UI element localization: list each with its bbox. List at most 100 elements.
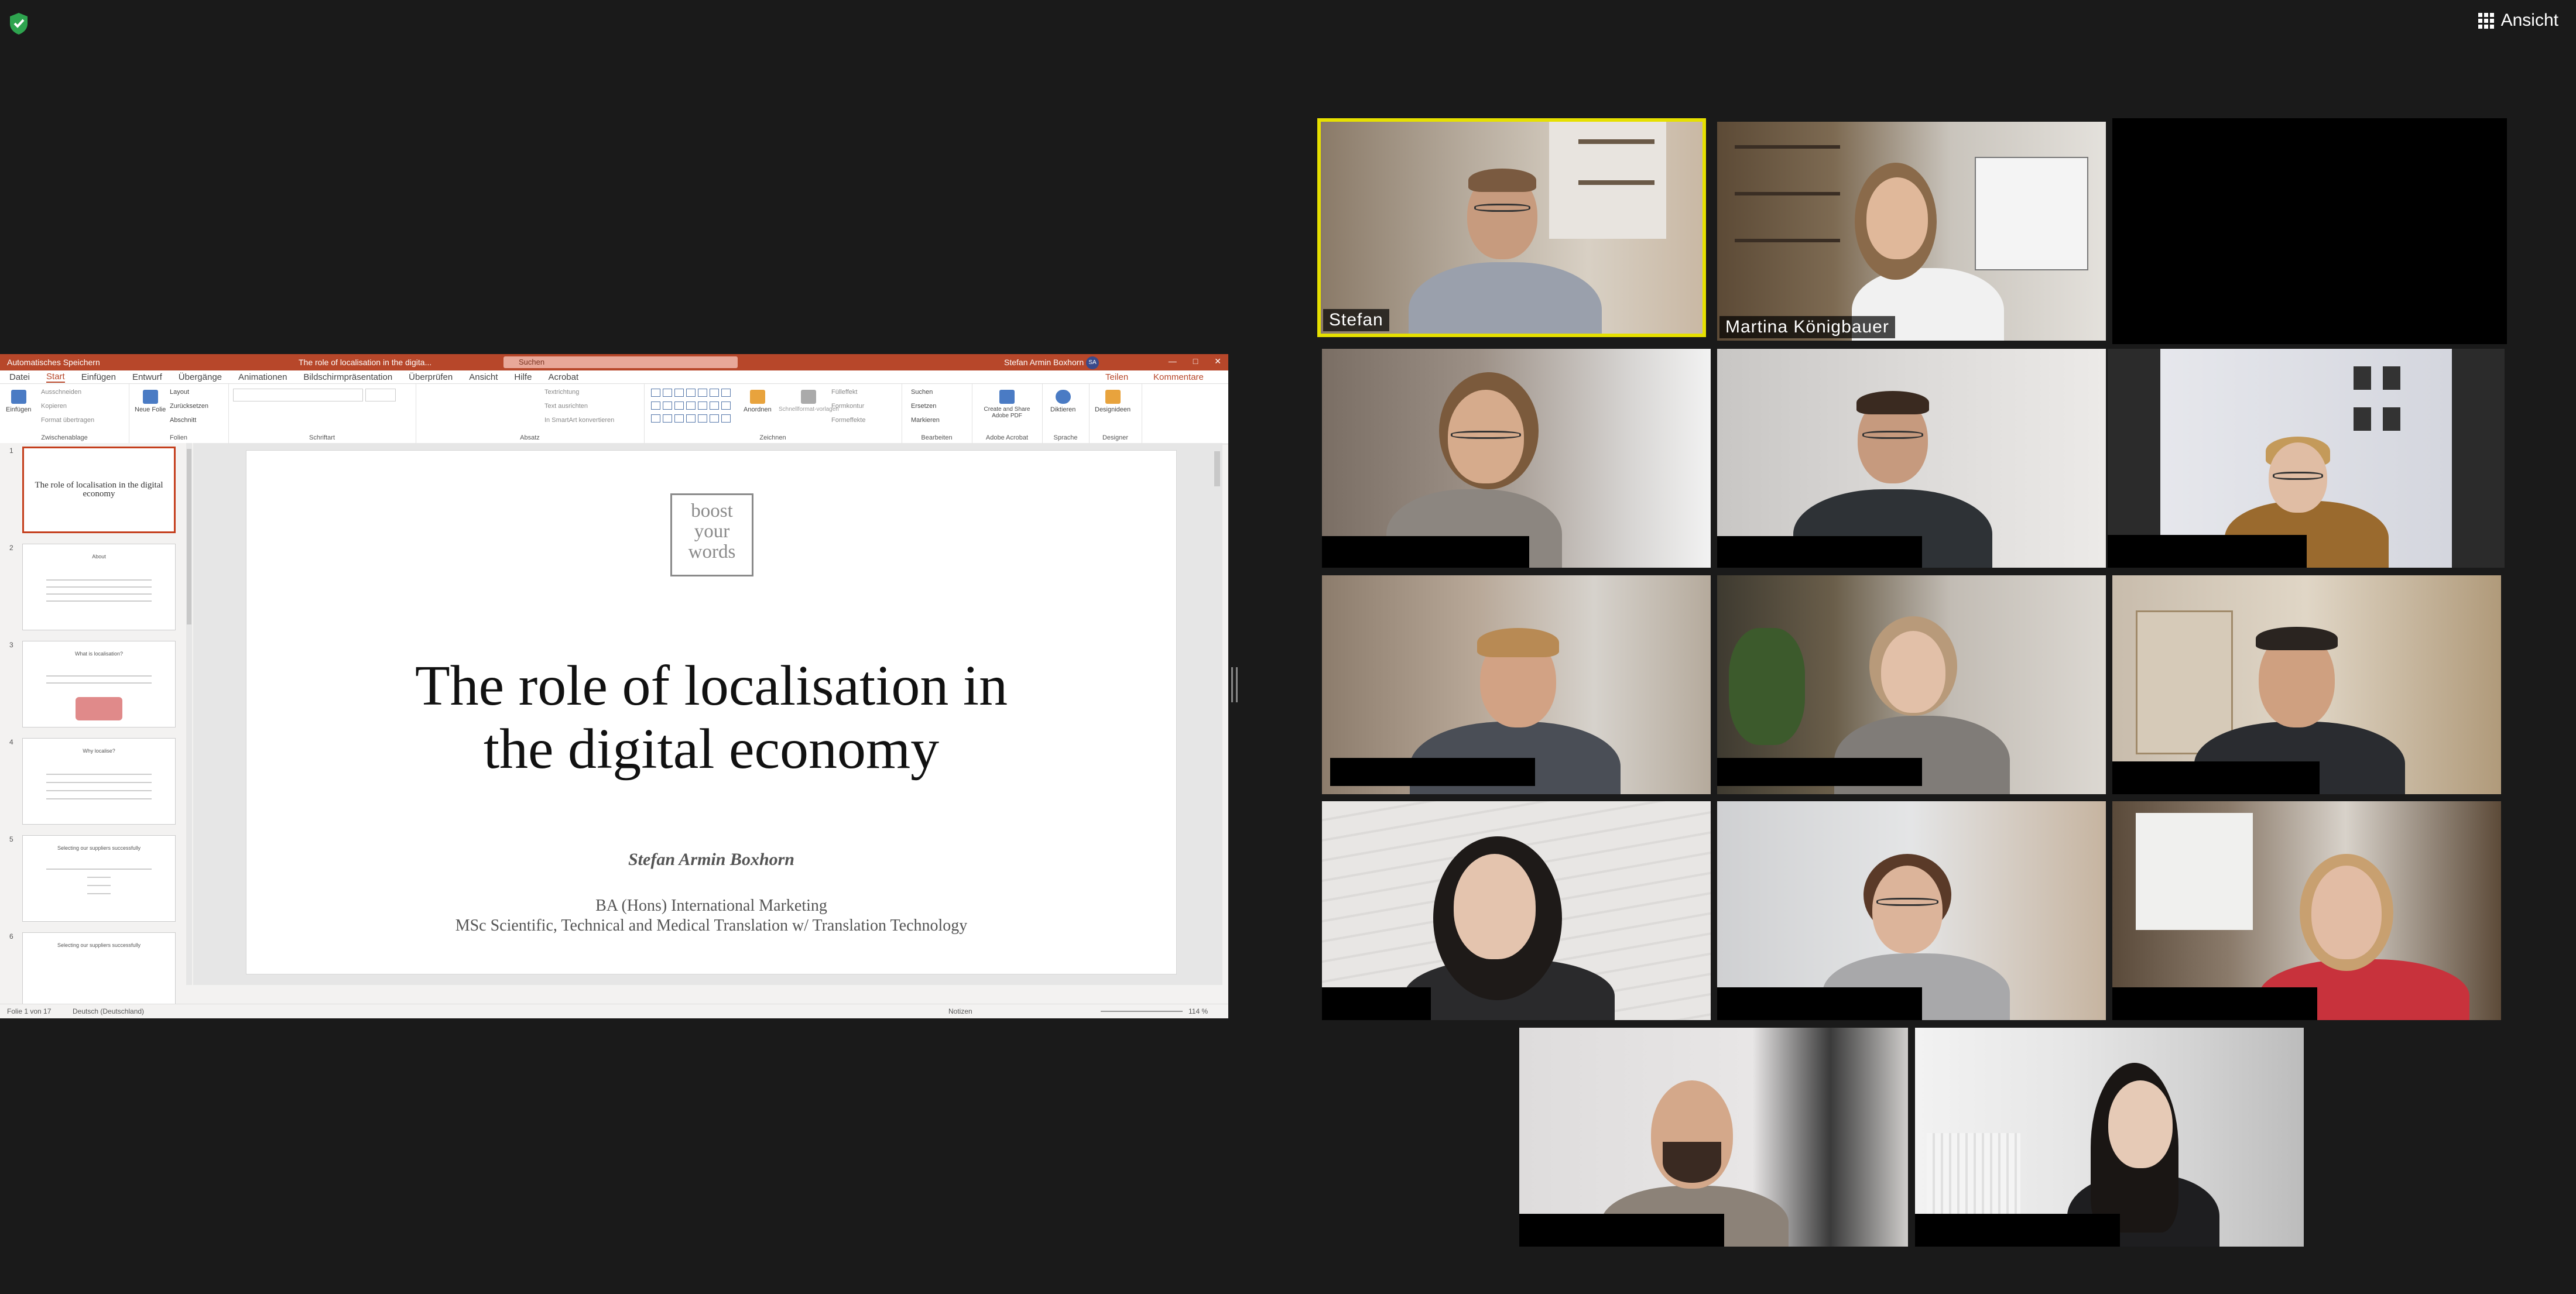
participant-tile[interactable] <box>1322 575 1711 794</box>
participant-tile[interactable] <box>2112 801 2501 1020</box>
tab-insert[interactable]: Einfügen <box>81 372 116 382</box>
name-redaction <box>1717 987 1922 1020</box>
slide-degree-1[interactable]: BA (Hons) International Marketing <box>246 897 1176 915</box>
participant-tile[interactable] <box>1915 1028 2304 1247</box>
thumbnail-3[interactable]: 3 What is localisation? <box>5 641 180 729</box>
acrobat-group: Create and Share Adobe PDF Adobe Acrobat <box>972 384 1043 444</box>
group-label: Folien <box>170 434 187 441</box>
shape-fill-button[interactable]: Fülleffekt <box>831 389 857 396</box>
group-label: Zeichnen <box>759 434 786 441</box>
document-title: The role of localisation in the digita..… <box>299 358 432 367</box>
tab-file[interactable]: Datei <box>9 372 30 382</box>
language-indicator[interactable]: Deutsch (Deutschland) <box>73 1007 144 1015</box>
thumbnail-4[interactable]: 4 Why localise? <box>5 738 180 826</box>
design-ideas-button[interactable]: Designideen <box>1095 390 1131 413</box>
close-icon[interactable]: ✕ <box>1214 356 1221 366</box>
arrange-button[interactable]: Anordnen <box>744 390 772 413</box>
slide-thumbnails: 1 The role of localisation in the digita… <box>0 443 193 1018</box>
thumbnail-1[interactable]: 1 The role of localisation in the digita… <box>5 447 180 534</box>
shield-check-icon[interactable] <box>8 12 29 35</box>
find-button[interactable]: Suchen <box>911 389 933 396</box>
participant-tile[interactable] <box>1717 575 2106 794</box>
tab-acrobat[interactable]: Acrobat <box>548 372 578 382</box>
tab-slideshow[interactable]: Bildschirmpräsentation <box>303 372 392 382</box>
font-size-select[interactable] <box>365 389 396 401</box>
section-button[interactable]: Abschnitt <box>170 417 196 424</box>
tab-transitions[interactable]: Übergänge <box>179 372 222 382</box>
thumbnail-2[interactable]: 2 About <box>5 544 180 631</box>
ribbon-tabs: Datei Start Einfügen Entwurf Übergänge A… <box>0 370 1228 384</box>
share-button[interactable]: Teilen <box>1105 372 1128 382</box>
avatar[interactable]: SA <box>1086 356 1099 369</box>
participant-tile[interactable] <box>2112 575 2501 794</box>
participant-tile[interactable]: Martina Königbauer <box>1717 122 2106 341</box>
new-slide-icon <box>142 390 158 404</box>
maximize-icon[interactable]: □ <box>1193 356 1198 366</box>
name-redaction <box>1915 1214 2120 1247</box>
cut-button[interactable]: Ausschneiden <box>41 389 81 396</box>
minimize-icon[interactable]: — <box>1169 356 1177 366</box>
text-direction-button[interactable]: Textrichtung <box>544 389 579 396</box>
autosave-label[interactable]: Automatisches Speichern <box>7 358 100 367</box>
participant-tile[interactable] <box>1322 801 1711 1020</box>
name-redaction <box>1717 536 1922 568</box>
user-name: Stefan Armin Boxhorn <box>1004 358 1084 367</box>
shared-screen: Automatisches Speichern The role of loca… <box>0 354 1228 1018</box>
create-pdf-button[interactable]: Create and Share Adobe PDF <box>978 390 1036 419</box>
slide-editor: boost your words The role of localisatio… <box>193 443 1222 985</box>
designer-group: Designideen Designer <box>1089 384 1142 444</box>
thumbnail-title: What is localisation? <box>74 651 124 657</box>
group-label: Bearbeiten <box>921 434 953 441</box>
pdf-icon <box>999 390 1015 404</box>
tab-start[interactable]: Start <box>46 372 65 383</box>
tab-view[interactable]: Ansicht <box>469 372 498 382</box>
tab-help[interactable]: Hilfe <box>514 372 532 382</box>
slide-scrollbar[interactable] <box>1214 451 1220 966</box>
participant-tile-video-off[interactable] <box>2112 118 2507 344</box>
shape-outline-button[interactable]: Formkontur <box>831 403 864 410</box>
tab-review[interactable]: Überprüfen <box>409 372 453 382</box>
paste-button[interactable]: Einfügen <box>6 390 31 413</box>
layout-button[interactable]: Layout <box>170 389 189 396</box>
comments-button[interactable]: Kommentare <box>1153 372 1204 382</box>
group-label: Designer <box>1102 434 1129 441</box>
new-slide-button[interactable]: Neue Folie <box>135 390 166 413</box>
thumbnail-5[interactable]: 5 Selecting our suppliers successfully <box>5 835 180 923</box>
paragraph-group: Textrichtung Text ausrichten In SmartArt… <box>416 384 645 444</box>
thumbnail-scrollbar[interactable] <box>186 443 192 985</box>
font-name-select[interactable] <box>233 389 363 401</box>
dictate-button[interactable]: Diktieren <box>1050 390 1075 413</box>
group-label: Schriftart <box>309 434 335 441</box>
slide-title[interactable]: The role of localisation in the digital … <box>246 654 1176 781</box>
participant-tile[interactable]: Stefan <box>1317 118 1706 337</box>
view-button[interactable]: Ansicht <box>2478 11 2558 30</box>
slide-degree-2[interactable]: MSc Scientific, Technical and Medical Tr… <box>246 917 1176 935</box>
tab-animations[interactable]: Animationen <box>238 372 287 382</box>
zoom-slider[interactable] <box>1101 1011 1183 1012</box>
current-slide[interactable]: boost your words The role of localisatio… <box>246 450 1177 974</box>
paste-icon <box>11 390 26 404</box>
align-text-button[interactable]: Text ausrichten <box>544 403 588 410</box>
slide-author[interactable]: Stefan Armin Boxhorn <box>246 850 1176 870</box>
shapes-gallery[interactable] <box>651 389 733 425</box>
smartart-button[interactable]: In SmartArt konvertieren <box>544 417 614 424</box>
microphone-icon <box>1055 390 1071 404</box>
participant-tile[interactable] <box>1322 349 1711 568</box>
format-painter-button[interactable]: Format übertragen <box>41 417 94 424</box>
select-button[interactable]: Markieren <box>911 417 940 424</box>
reset-button[interactable]: Zurücksetzen <box>170 403 208 410</box>
shape-effects-button[interactable]: Formeffekte <box>831 417 866 424</box>
participant-tile[interactable] <box>1717 801 2106 1020</box>
name-redaction <box>2108 535 2307 568</box>
copy-button[interactable]: Kopieren <box>41 403 67 410</box>
participant-tile[interactable] <box>2108 349 2505 568</box>
notes-button[interactable]: Notizen <box>948 1007 972 1015</box>
quick-styles-button[interactable]: Schnellformat-vorlagen <box>779 390 839 413</box>
zoom-level[interactable]: 114 % <box>1188 1007 1208 1015</box>
replace-button[interactable]: Ersetzen <box>911 403 936 410</box>
participant-tile[interactable] <box>1519 1028 1908 1247</box>
tab-design[interactable]: Entwurf <box>132 372 162 382</box>
search-input[interactable]: Suchen <box>503 356 738 368</box>
participant-tile[interactable] <box>1717 349 2106 568</box>
split-divider[interactable] <box>1231 667 1239 702</box>
